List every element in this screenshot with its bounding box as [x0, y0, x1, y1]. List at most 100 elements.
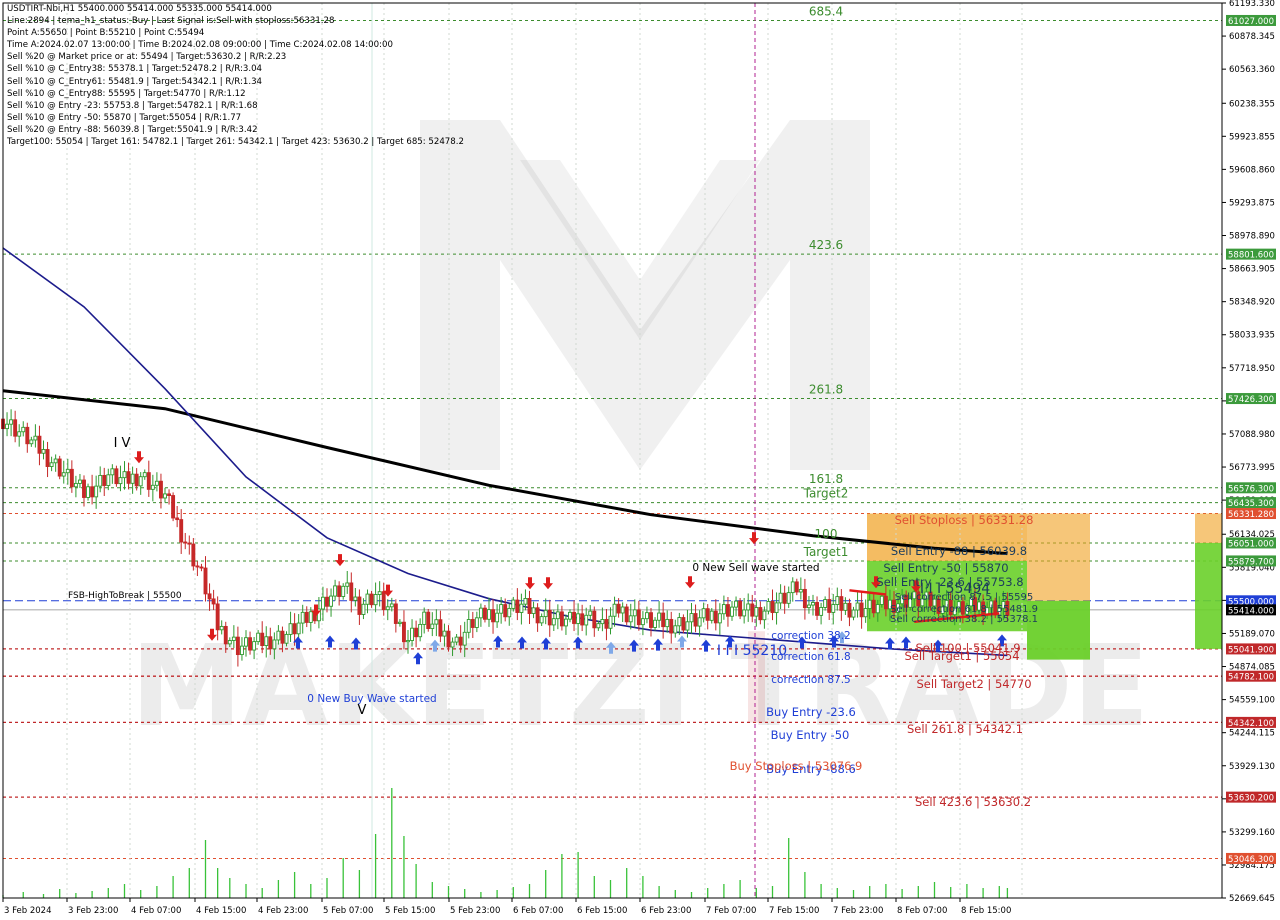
- candle-body: [851, 609, 856, 618]
- price-tag-label: 55414.000: [1228, 606, 1274, 616]
- time-tick-label: 5 Feb 07:00: [323, 906, 373, 916]
- candle-body: [883, 595, 888, 610]
- candle-body: [738, 600, 743, 617]
- candle-body: [730, 606, 734, 617]
- wave-v-label: V: [358, 703, 367, 718]
- time-tick-label: 4 Feb 23:00: [258, 906, 308, 916]
- candle-body: [393, 603, 398, 624]
- candle-body: [827, 599, 832, 613]
- candle-body: [592, 610, 597, 629]
- candle-body: [41, 449, 46, 454]
- candle-body: [535, 607, 540, 624]
- candle-body: [507, 607, 512, 618]
- candle-body: [296, 622, 301, 635]
- price-tag-label: 58801.600: [1228, 251, 1274, 261]
- time-tick-label: 7 Feb 15:00: [769, 906, 819, 916]
- candle-body: [248, 637, 253, 651]
- price-tick-label: 52669.645: [1229, 894, 1275, 904]
- candle-body: [13, 419, 18, 437]
- time-tick-label: 6 Feb 23:00: [641, 906, 691, 916]
- correction-382-label: correction 38.2: [771, 630, 850, 642]
- candle-body: [640, 618, 645, 626]
- price-tag-label: 53046.300: [1228, 855, 1274, 865]
- candle-body: [389, 603, 394, 608]
- candle-body: [5, 423, 10, 430]
- candle-body: [69, 468, 74, 488]
- sell-2618-label: Sell 261.8 | 54342.1: [907, 722, 1023, 736]
- candle-body: [766, 600, 771, 612]
- candle-body: [219, 625, 224, 631]
- candle-body: [422, 611, 427, 625]
- candle-body: [187, 542, 192, 545]
- candle-body: [454, 636, 459, 643]
- candle-body: [402, 621, 406, 643]
- candle-body: [264, 636, 269, 646]
- time-tick-label: 5 Feb 15:00: [385, 906, 435, 916]
- candle-body: [207, 593, 212, 600]
- time-tick-label: 7 Feb 23:00: [833, 906, 883, 916]
- stoploss-zone-right: [1195, 513, 1222, 543]
- price-tag-label: 57426.300: [1228, 395, 1274, 405]
- candle-body: [345, 582, 350, 587]
- candle-body: [385, 606, 390, 611]
- time-tick-label: 8 Feb 15:00: [961, 906, 1011, 916]
- time-tick-label: 4 Feb 07:00: [131, 906, 181, 916]
- candle-body: [325, 596, 329, 607]
- candle-body: [414, 627, 419, 638]
- candle-body: [239, 645, 244, 656]
- candle-body: [171, 495, 176, 519]
- candle-body: [608, 615, 613, 629]
- candle-body: [794, 581, 799, 593]
- candle-body: [211, 598, 216, 605]
- candle-body: [29, 439, 34, 445]
- candle-body: [588, 610, 593, 616]
- candle-body: [774, 602, 779, 614]
- candle-body: [823, 599, 828, 608]
- candle-body: [260, 632, 265, 646]
- sell-arrow-icon: [543, 577, 553, 590]
- sell-target2-label: Sell Target2 | 54770: [916, 677, 1031, 691]
- candle-body: [584, 614, 589, 626]
- candle-body: [134, 473, 139, 487]
- price-tick-label: 53929.130: [1229, 762, 1275, 772]
- buy-entry-23-label: Buy Entry -23.6: [766, 705, 856, 719]
- candle-body: [620, 606, 625, 614]
- candle-body: [252, 641, 257, 651]
- candle-body: [483, 607, 487, 620]
- price-tag-label: 56331.280: [1228, 510, 1274, 520]
- candle-body: [580, 613, 585, 626]
- time-tick-label: 6 Feb 15:00: [577, 906, 627, 916]
- candle-body: [628, 615, 633, 623]
- candle-body: [871, 599, 876, 614]
- candle-body: [365, 593, 370, 605]
- candle-body: [632, 609, 637, 617]
- candle-body: [329, 595, 333, 607]
- candle-body: [697, 617, 702, 627]
- candle-body: [839, 596, 844, 611]
- sell-4236-label: Sell 423.6 | 53630.2: [915, 795, 1031, 809]
- sell-arrow-icon: [335, 554, 345, 567]
- price-tick-label: 57088.980: [1229, 430, 1275, 440]
- price-tick-label: 61193.330: [1229, 0, 1275, 9]
- candle-body: [543, 609, 548, 618]
- candle-body: [373, 594, 378, 606]
- candle-body: [276, 630, 281, 641]
- candle-body: [304, 611, 309, 623]
- candle-body: [847, 602, 852, 618]
- candle-body: [146, 472, 151, 490]
- price-tick-label: 56773.995: [1229, 463, 1275, 473]
- price-chart[interactable]: MAKETZI TRADE 685.4423.6261.8161.8Target…: [0, 0, 1280, 920]
- candle-body: [199, 566, 204, 569]
- candle-body: [669, 618, 674, 634]
- sell-arrow-icon: [525, 577, 535, 590]
- candle-body: [154, 480, 159, 486]
- candle-body: [758, 607, 763, 621]
- candle-body: [235, 636, 240, 656]
- candle-body: [600, 619, 605, 625]
- sell-100-label: Sell 100 | 55041.9: [915, 641, 1020, 655]
- candle-body: [653, 619, 657, 628]
- candle-body: [53, 458, 58, 464]
- candle-body: [681, 617, 686, 631]
- candle-body: [438, 619, 443, 637]
- price-tick-label: 58663.905: [1229, 265, 1275, 275]
